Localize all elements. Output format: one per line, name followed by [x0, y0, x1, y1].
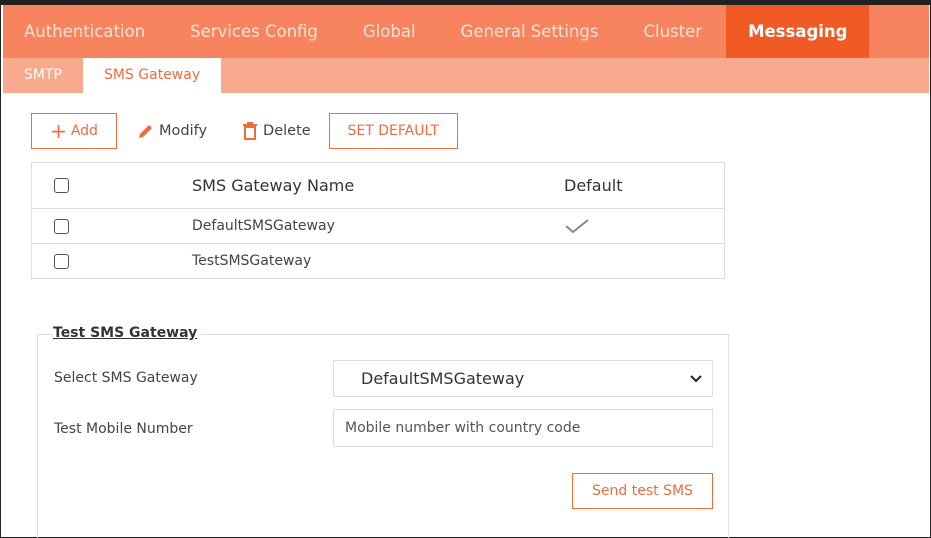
- tab-global[interactable]: Global: [342, 5, 440, 58]
- plus-icon: +: [50, 119, 67, 143]
- mobile-number-input[interactable]: [333, 409, 713, 447]
- subtab-sms-gateway[interactable]: SMS Gateway: [82, 58, 222, 93]
- gateway-name: DefaultSMSGateway: [192, 218, 335, 234]
- gateway-name: TestSMSGateway: [192, 253, 312, 269]
- add-button[interactable]: + Add: [31, 113, 117, 149]
- select-gateway-label: Select SMS Gateway: [54, 370, 198, 386]
- toolbar: + Add Modify Delete SET DEFAULT: [31, 113, 458, 149]
- row-checkbox[interactable]: [54, 218, 69, 234]
- test-sms-legend: Test SMS Gateway: [53, 325, 202, 341]
- table-row[interactable]: DefaultSMSGateway: [32, 208, 724, 243]
- tab-general-settings[interactable]: General Settings: [440, 5, 623, 58]
- top-nav: Authentication Services Config Global Ge…: [3, 5, 929, 58]
- sms-gateway-table: SMS Gateway Name Default DefaultSMSGatew…: [31, 162, 725, 279]
- sms-gateway-select[interactable]: DefaultSMSGateway: [333, 360, 713, 397]
- modify-button-label: Modify: [159, 123, 208, 139]
- sub-nav: SMTP SMS Gateway: [3, 58, 929, 93]
- modify-button[interactable]: Modify: [137, 113, 207, 149]
- add-button-label: Add: [70, 123, 98, 139]
- table-row[interactable]: TestSMSGateway: [32, 243, 724, 278]
- send-test-sms-button[interactable]: Send test SMS: [572, 473, 713, 509]
- row-checkbox[interactable]: [54, 253, 69, 269]
- column-header-name: SMS Gateway Name: [192, 176, 355, 195]
- trash-icon: [243, 122, 258, 140]
- pencil-icon: [139, 125, 152, 138]
- delete-button[interactable]: Delete: [243, 113, 311, 149]
- checkmark-icon: [565, 219, 589, 234]
- select-all-checkbox[interactable]: [54, 178, 69, 193]
- tab-messaging[interactable]: Messaging: [726, 5, 870, 58]
- tab-cluster[interactable]: Cluster: [622, 5, 726, 58]
- tab-services-config[interactable]: Services Config: [169, 5, 342, 58]
- delete-button-label: Delete: [263, 123, 311, 139]
- sms-gateway-select-value: DefaultSMSGateway: [361, 369, 525, 388]
- set-default-button[interactable]: SET DEFAULT: [328, 113, 458, 149]
- table-header-row: SMS Gateway Name Default: [32, 163, 724, 208]
- tab-authentication[interactable]: Authentication: [3, 5, 169, 58]
- chevron-down-icon: [690, 374, 702, 382]
- subtab-smtp[interactable]: SMTP: [3, 58, 83, 93]
- column-header-default: Default: [564, 176, 623, 195]
- mobile-number-label: Test Mobile Number: [54, 421, 193, 437]
